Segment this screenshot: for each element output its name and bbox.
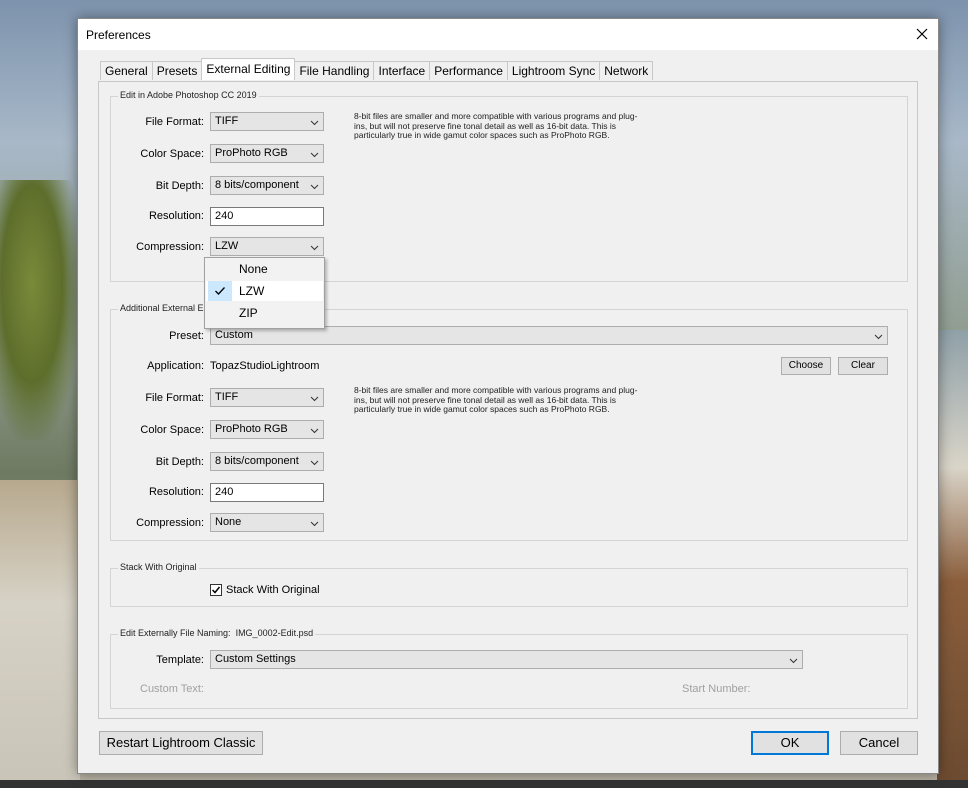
tab-interface[interactable]: Interface bbox=[373, 61, 431, 80]
bit-depth-select[interactable]: 8 bits/component bbox=[210, 176, 324, 195]
compression-label-2: Compression: bbox=[136, 517, 204, 529]
naming-label-text: Edit Externally File Naming: bbox=[120, 628, 231, 638]
chevron-down-icon bbox=[310, 521, 319, 527]
external-editing-panel: Edit in Adobe Photoshop CC 2019 File For… bbox=[98, 81, 918, 719]
file-format-value-2: TIFF bbox=[215, 391, 239, 403]
color-space-label: Color Space: bbox=[140, 148, 204, 160]
ok-button[interactable]: OK bbox=[751, 731, 829, 755]
photoshop-group-label: Edit in Adobe Photoshop CC 2019 bbox=[118, 90, 259, 100]
file-format-label-2: File Format: bbox=[145, 392, 204, 404]
menu-item-zip-label: ZIP bbox=[239, 306, 258, 320]
naming-example: IMG_0002-Edit.psd bbox=[235, 628, 314, 638]
menu-item-none[interactable]: None bbox=[206, 259, 323, 279]
stack-checkbox-label[interactable]: Stack With Original bbox=[226, 584, 320, 596]
color-space-select-2[interactable]: ProPhoto RGB bbox=[210, 420, 324, 439]
preferences-dialog: Preferences General Presets External Edi… bbox=[77, 18, 939, 774]
file-format-select[interactable]: TIFF bbox=[210, 112, 324, 131]
compression-select-2[interactable]: None bbox=[210, 513, 324, 532]
preset-label: Preset: bbox=[169, 330, 204, 342]
bit-depth-note: 8-bit files are smaller and more compati… bbox=[354, 111, 638, 140]
template-select[interactable]: Custom Settings bbox=[210, 650, 803, 669]
stack-group-label: Stack With Original bbox=[118, 562, 199, 572]
background-building bbox=[937, 330, 968, 788]
checkmark-icon bbox=[215, 287, 225, 295]
application-value: TopazStudioLightroom bbox=[210, 360, 320, 372]
chevron-down-icon bbox=[310, 460, 319, 466]
background-road bbox=[0, 480, 80, 788]
clear-button[interactable]: Clear bbox=[838, 357, 888, 375]
application-label: Application: bbox=[147, 360, 204, 372]
preset-value: Custom bbox=[215, 329, 253, 341]
tab-lightroom-sync[interactable]: Lightroom Sync bbox=[506, 61, 601, 80]
template-label: Template: bbox=[156, 654, 204, 666]
chevron-down-icon bbox=[310, 428, 319, 434]
custom-text-label: Custom Text: bbox=[140, 683, 204, 695]
photoshop-group: Edit in Adobe Photoshop CC 2019 File For… bbox=[110, 90, 908, 282]
file-format-select-2[interactable]: TIFF bbox=[210, 388, 324, 407]
stack-group: Stack With Original Stack With Original bbox=[110, 562, 908, 607]
start-number-label: Start Number: bbox=[682, 683, 751, 695]
chevron-down-icon bbox=[874, 334, 883, 340]
chevron-down-icon bbox=[310, 120, 319, 126]
chevron-down-icon bbox=[789, 658, 798, 664]
choose-button[interactable]: Choose bbox=[781, 357, 831, 375]
menu-item-zip[interactable]: ZIP bbox=[206, 303, 323, 323]
tab-file-handling[interactable]: File Handling bbox=[294, 61, 375, 80]
compression-select[interactable]: LZW bbox=[210, 237, 324, 256]
resolution-input[interactable]: 240 bbox=[210, 207, 324, 226]
resolution-input-2[interactable]: 240 bbox=[210, 483, 324, 502]
menu-check-area bbox=[208, 281, 232, 301]
bit-depth-value: 8 bits/component bbox=[215, 179, 299, 191]
compression-value: LZW bbox=[215, 240, 239, 252]
color-space-value: ProPhoto RGB bbox=[215, 147, 288, 159]
bit-depth-note-2: 8-bit files are smaller and more compati… bbox=[354, 385, 638, 414]
chevron-down-icon bbox=[310, 184, 319, 190]
bit-depth-label-2: Bit Depth: bbox=[155, 456, 204, 468]
color-space-select[interactable]: ProPhoto RGB bbox=[210, 144, 324, 163]
titlebar: Preferences bbox=[78, 19, 938, 50]
close-button[interactable] bbox=[906, 19, 938, 50]
tab-presets[interactable]: Presets bbox=[151, 61, 203, 80]
menu-item-none-label: None bbox=[239, 262, 268, 276]
tab-strip: General Presets External Editing File Ha… bbox=[100, 58, 654, 81]
chevron-down-icon bbox=[310, 245, 319, 251]
resolution-label-2: Resolution: bbox=[148, 486, 204, 498]
checkmark-icon bbox=[211, 586, 221, 594]
menu-item-lzw-label: LZW bbox=[239, 284, 265, 298]
stack-checkbox[interactable] bbox=[210, 584, 222, 596]
file-format-label: File Format: bbox=[145, 116, 204, 128]
compression-dropdown-menu: None LZW ZIP bbox=[204, 257, 325, 329]
window-title: Preferences bbox=[86, 28, 151, 42]
additional-editor-group: Additional External E Preset: Custom App… bbox=[110, 303, 908, 541]
color-space-value-2: ProPhoto RGB bbox=[215, 423, 288, 435]
chevron-down-icon bbox=[310, 152, 319, 158]
additional-group-label: Additional External E bbox=[118, 303, 206, 313]
naming-group-label: Edit Externally File Naming: IMG_0002-Ed… bbox=[118, 628, 316, 638]
bit-depth-value-2: 8 bits/component bbox=[215, 455, 299, 467]
file-format-value: TIFF bbox=[215, 115, 239, 127]
naming-group: Edit Externally File Naming: IMG_0002-Ed… bbox=[110, 628, 908, 709]
template-value: Custom Settings bbox=[215, 653, 296, 665]
menu-item-lzw[interactable]: LZW bbox=[206, 281, 323, 301]
color-space-label-2: Color Space: bbox=[140, 424, 204, 436]
close-icon bbox=[916, 28, 928, 40]
resolution-label: Resolution: bbox=[148, 210, 204, 222]
cancel-button[interactable]: Cancel bbox=[840, 731, 918, 755]
bit-depth-select-2[interactable]: 8 bits/component bbox=[210, 452, 324, 471]
tab-network[interactable]: Network bbox=[599, 61, 654, 80]
tab-general[interactable]: General bbox=[100, 61, 153, 80]
compression-label: Compression: bbox=[136, 241, 204, 253]
chevron-down-icon bbox=[310, 396, 319, 402]
restart-lightroom-button[interactable]: Restart Lightroom Classic bbox=[99, 731, 263, 755]
tab-external-editing[interactable]: External Editing bbox=[201, 58, 296, 80]
bit-depth-label: Bit Depth: bbox=[155, 180, 204, 192]
background-tree bbox=[0, 180, 80, 440]
taskbar bbox=[0, 780, 968, 788]
compression-value-2: None bbox=[215, 516, 242, 528]
tab-performance[interactable]: Performance bbox=[429, 61, 508, 80]
